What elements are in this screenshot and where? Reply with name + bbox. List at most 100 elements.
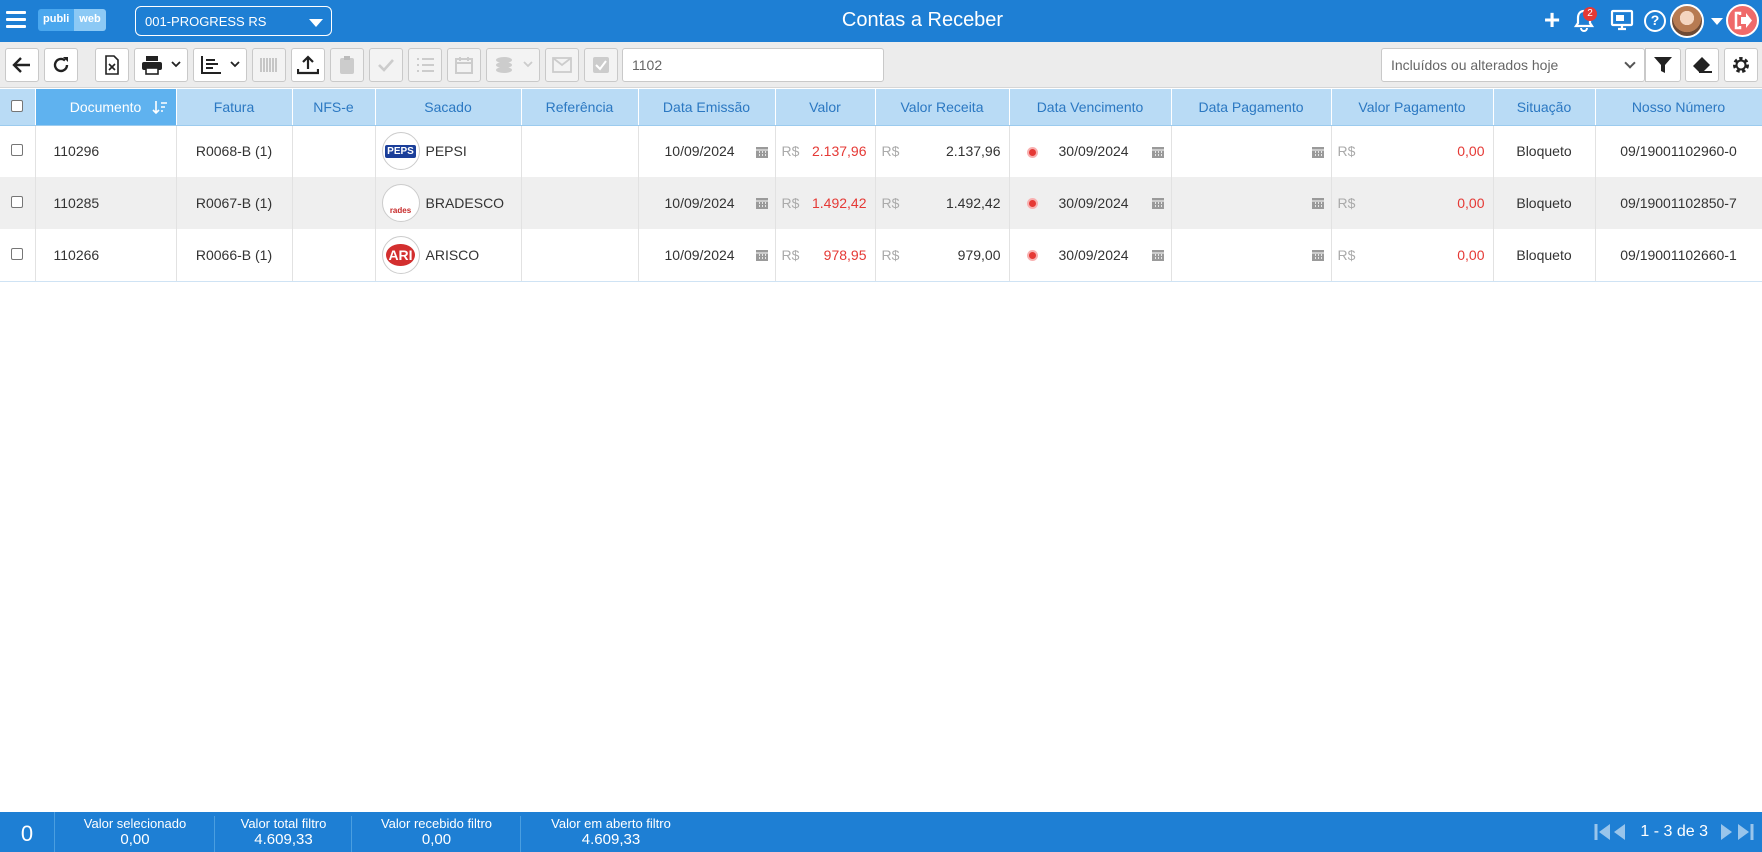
select-all-checkbox[interactable] (11, 99, 24, 112)
column-header-data-emissao[interactable]: Data Emissão (638, 89, 776, 126)
filter-button[interactable] (1645, 48, 1681, 82)
column-header-data-vencimento[interactable]: Data Vencimento (1009, 89, 1172, 126)
notification-badge: 2 (1583, 7, 1597, 21)
calendar-icon[interactable] (755, 248, 769, 265)
cell-situacao: Bloqueto (1493, 177, 1596, 229)
calendar-button[interactable] (447, 48, 481, 82)
currency-symbol: R$ (881, 246, 900, 263)
currency-symbol: R$ (781, 246, 800, 263)
menu-icon[interactable] (6, 11, 26, 31)
refresh-button[interactable] (44, 48, 78, 82)
pagination: 1 - 3 de 3 (1594, 822, 1754, 842)
cell-valor-receita: R$ 2.137,96 (875, 125, 1010, 177)
currency-symbol: R$ (781, 195, 800, 211)
overdue-status-icon (1026, 146, 1038, 158)
avatar[interactable] (1670, 4, 1704, 38)
next-page-icon[interactable] (1720, 822, 1736, 842)
calendar-icon[interactable] (755, 196, 769, 213)
table-row[interactable]: 110296 R0068-B (1) PEPS PEPSI 10/09/2024 R$ 2.… (0, 125, 1762, 177)
cell-data-emissao: 10/09/2024 (638, 125, 776, 177)
currency-symbol: R$ (881, 195, 900, 211)
cell-sacado: rades BRADESCO (375, 177, 522, 229)
sacado-name: ARISCO (425, 246, 480, 263)
date-text: 30/09/2024 (1058, 246, 1129, 263)
cell-data-vencimento: 30/09/2024 (1009, 125, 1172, 177)
settings-button[interactable] (1724, 48, 1758, 82)
column-header-sacado[interactable]: Sacado (375, 89, 522, 126)
back-button[interactable] (5, 48, 39, 82)
clipboard-button[interactable] (330, 48, 364, 82)
chevron-down-icon (171, 61, 181, 68)
cell-data-emissao: 10/09/2024 (638, 229, 776, 282)
table-row[interactable]: 110285 R0067-B (1) rades BRADESCO 10/09/2024… (0, 177, 1762, 229)
sacado-logo-text: PEPS (385, 144, 416, 158)
filter-select[interactable]: Incluídos ou alterados hoje (1381, 48, 1645, 82)
column-header-documento[interactable]: Documento (35, 89, 177, 126)
column-header-data-pagamento[interactable]: Data Pagamento (1171, 89, 1332, 126)
table-row[interactable]: 110266 R0066-B (1) ARI ARISCO 10/09/2024 R$ 97… (0, 229, 1762, 282)
summary-value: 4.609,33 (254, 831, 313, 848)
row-checkbox[interactable] (11, 196, 23, 208)
row-checkbox[interactable] (11, 247, 23, 260)
last-page-icon[interactable] (1738, 822, 1754, 842)
row-select-cell[interactable] (0, 125, 36, 177)
column-header-nfse[interactable]: NFS-e (292, 89, 376, 126)
logout-icon[interactable] (1726, 4, 1759, 37)
avatar-caret-icon[interactable] (1711, 18, 1723, 25)
export-excel-button[interactable] (95, 48, 129, 82)
column-header-situacao[interactable]: Situação (1493, 89, 1596, 126)
chart-button[interactable] (193, 48, 247, 82)
print-button[interactable] (134, 48, 188, 82)
bell-icon[interactable]: 2 (1573, 7, 1597, 33)
app-logo[interactable]: publi web (38, 9, 106, 31)
cell-sacado: ARI ARISCO (375, 229, 522, 282)
filter-select-value: Incluídos ou alterados hoje (1391, 57, 1559, 73)
column-header-valor-receita[interactable]: Valor Receita (875, 89, 1010, 126)
cell-sacado: PEPS PEPSI (375, 125, 522, 177)
column-header-valor[interactable]: Valor (775, 89, 876, 126)
row-select-cell[interactable] (0, 177, 36, 229)
column-header-fatura[interactable]: Fatura (176, 89, 293, 126)
monitor-icon[interactable] (1610, 9, 1634, 33)
calendar-icon[interactable] (755, 145, 769, 162)
search-input[interactable] (622, 48, 884, 82)
date-text: 10/09/2024 (664, 246, 735, 263)
calendar-icon[interactable] (1151, 248, 1165, 265)
prev-page-icon[interactable] (1612, 822, 1628, 842)
cell-fatura: R0066-B (1) (176, 229, 293, 282)
cell-situacao: Bloqueto (1493, 229, 1596, 282)
row-select-cell[interactable] (0, 229, 36, 282)
column-header-referencia[interactable]: Referência (521, 89, 639, 126)
summary-label: Valor recebido filtro (380, 816, 493, 831)
company-select-value: 001-PROGRESS RS (145, 14, 267, 29)
check-button[interactable] (369, 48, 403, 82)
upload-button[interactable] (291, 48, 325, 82)
column-header-valor-pagamento[interactable]: Valor Pagamento (1331, 89, 1494, 126)
calendar-icon[interactable] (1151, 196, 1165, 213)
calendar-icon[interactable] (1151, 145, 1165, 162)
cell-data-vencimento: 30/09/2024 (1009, 177, 1172, 229)
coins-button[interactable] (486, 48, 540, 82)
cell-data-pagamento (1171, 229, 1332, 282)
select-all-header[interactable] (0, 89, 36, 126)
chevron-down-icon (1624, 57, 1636, 69)
money-value: 0,00 (1457, 143, 1485, 160)
row-checkbox[interactable] (11, 144, 23, 157)
company-select[interactable]: 001-PROGRESS RS (135, 6, 332, 36)
barcode-button[interactable] (252, 48, 286, 82)
help-icon[interactable]: ? (1644, 10, 1666, 32)
first-page-icon[interactable] (1594, 822, 1611, 842)
overdue-status-icon (1026, 198, 1038, 209)
list-button[interactable] (408, 48, 442, 82)
cell-nosso-numero: 09/19001102850-7 (1595, 177, 1762, 229)
calendar-icon[interactable] (1311, 248, 1325, 265)
add-icon[interactable]: + (1540, 6, 1564, 34)
clear-filter-button[interactable] (1685, 48, 1719, 82)
email-button[interactable] (545, 48, 579, 82)
calendar-icon[interactable] (1311, 196, 1325, 213)
checkbox-button[interactable] (584, 48, 618, 82)
valor-total-summary: Valor total filtro 4.609,33 (216, 816, 352, 852)
pagination-text: 1 - 3 de 3 (1640, 823, 1708, 840)
calendar-icon[interactable] (1311, 145, 1325, 162)
column-header-nosso-numero[interactable]: Nosso Número (1595, 89, 1762, 126)
